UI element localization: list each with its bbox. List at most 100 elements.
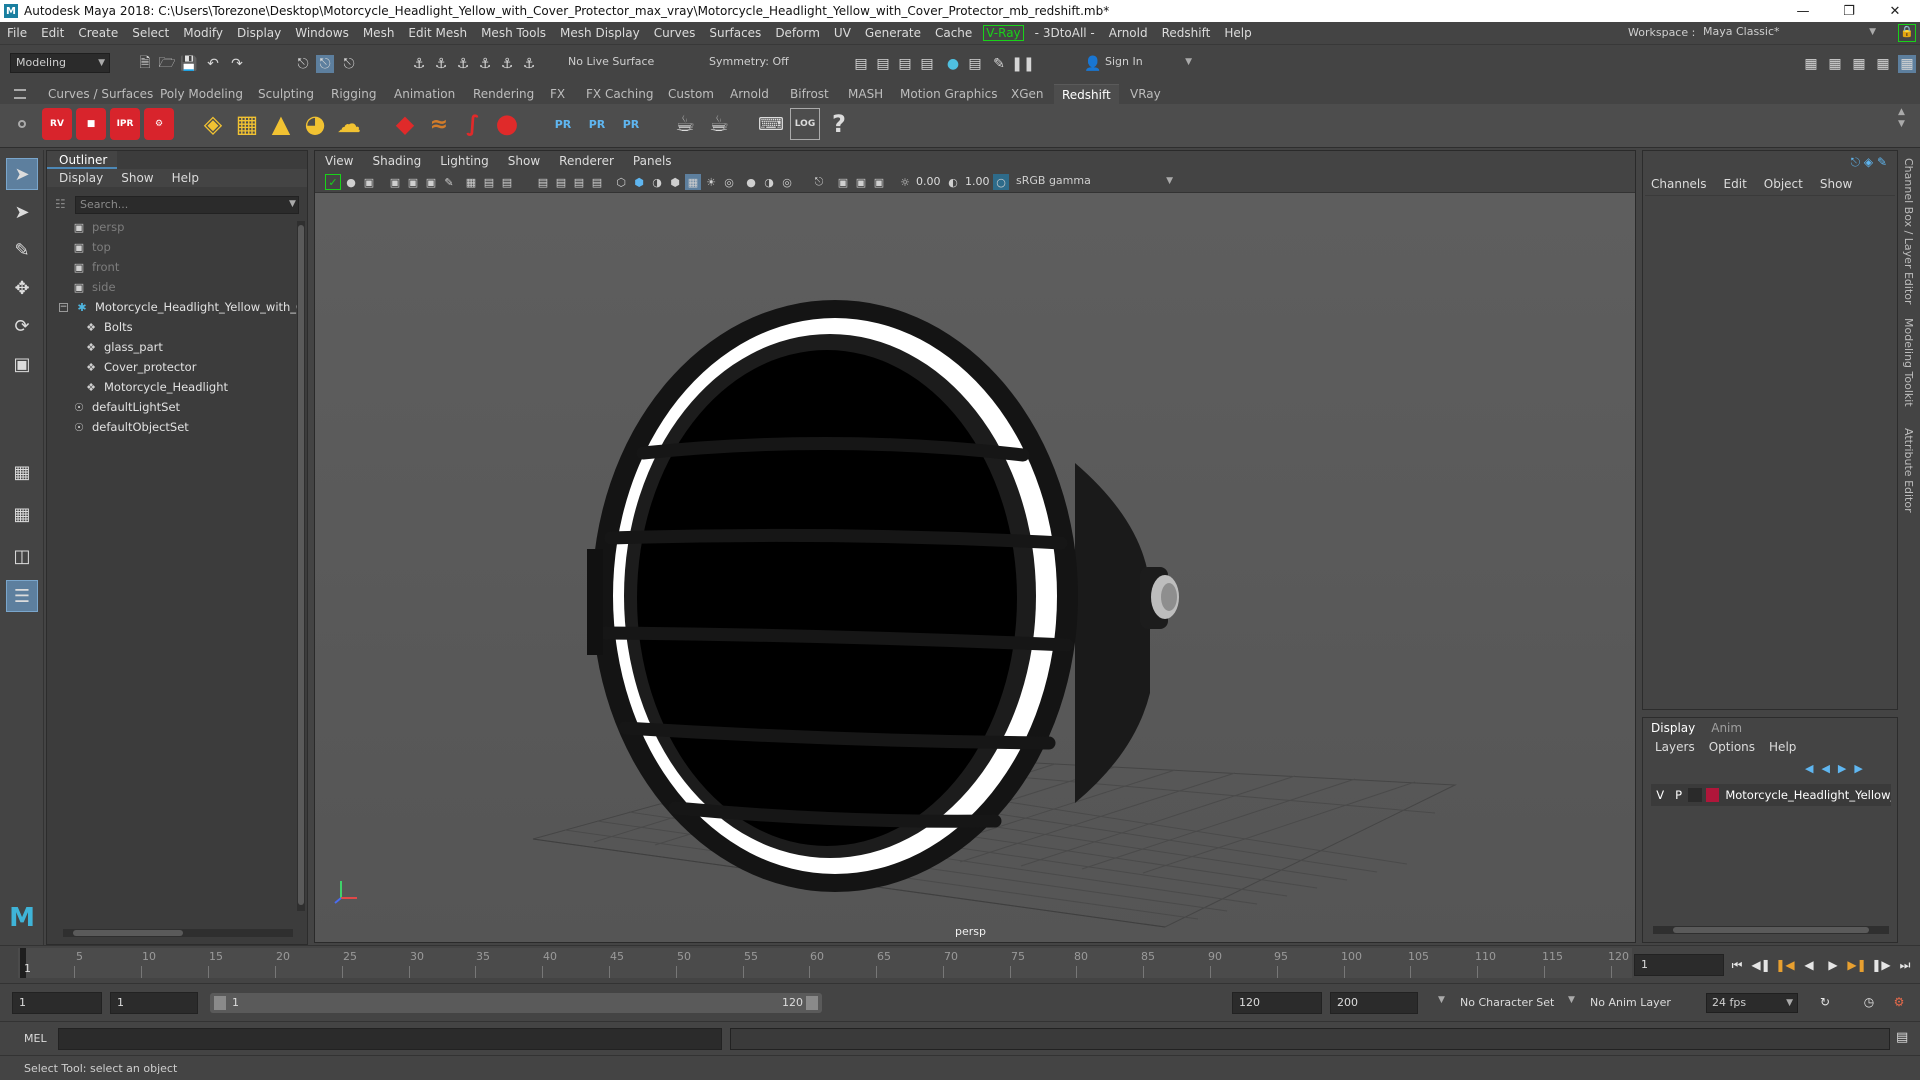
outliner-tab[interactable]: Outliner [47, 151, 117, 169]
toggle-tool-settings-icon[interactable]: ▦ [1826, 55, 1844, 73]
shelf-tab-motion-graphics[interactable]: Motion Graphics [892, 84, 1006, 104]
step-back-icon[interactable]: ◀❚ [1751, 956, 1770, 974]
outliner-item[interactable]: ☉ defaultLightSet [71, 397, 321, 417]
shelf-tab-custom[interactable]: Custom [660, 84, 722, 104]
channel-menu-channels[interactable]: Channels [1651, 177, 1707, 191]
menu-3dtoall[interactable]: - 3DtoAll - [1028, 26, 1102, 40]
exposure-icon[interactable]: ☼ [897, 174, 913, 190]
chevron-down-icon[interactable]: ▼ [289, 199, 296, 209]
menu-windows[interactable]: Windows [288, 26, 356, 40]
paint-select-tool-icon[interactable]: ✎ [6, 234, 38, 266]
toggle-channel-box-icon[interactable]: ▦ [1874, 55, 1892, 73]
use-all-lights-icon[interactable]: ▦ [685, 174, 701, 190]
outliner-item[interactable]: ❖ Bolts [83, 317, 333, 337]
outliner-search-input[interactable]: Search... [75, 196, 299, 214]
shelf-tab-redshift[interactable]: Redshift [1054, 84, 1119, 104]
menu-set-dropdown[interactable]: Modeling ▼ [10, 53, 110, 73]
shelf-tab-mash[interactable]: MASH [840, 84, 891, 104]
shelf-tab-rigging[interactable]: Rigging [323, 84, 384, 104]
viewport-menu-shading[interactable]: Shading [372, 154, 421, 168]
outliner-menu-help[interactable]: Help [172, 171, 199, 185]
menu-deform[interactable]: Deform [768, 26, 827, 40]
range-slider[interactable]: 1 120 [210, 993, 822, 1013]
channel-menu-edit[interactable]: Edit [1724, 177, 1747, 191]
go-to-start-icon[interactable]: ⏮ [1728, 956, 1746, 974]
isolate-select-icon[interactable]: ⎋ [811, 174, 827, 190]
animation-preferences-icon[interactable]: ⚙ [1890, 993, 1908, 1011]
depth-of-field-icon[interactable]: ◎ [779, 174, 795, 190]
wireframe-on-shaded-icon[interactable]: ◑ [649, 174, 665, 190]
shadows-icon[interactable]: ☀ [703, 174, 719, 190]
layer-visibility-toggle[interactable]: V [1651, 788, 1669, 802]
layer-name[interactable]: Motorcycle_Headlight_Yellow_w [1725, 788, 1891, 802]
fps-dropdown[interactable]: 24 fps ▼ [1706, 993, 1798, 1013]
toggle-layer-editor-icon[interactable]: ▦ [1898, 55, 1916, 73]
step-back-key-icon[interactable]: ❚◀ [1775, 956, 1794, 974]
rs-proxy-icon[interactable]: ◆ [390, 108, 420, 140]
screen-space-ao-icon[interactable]: ◎ [721, 174, 737, 190]
playback-end-field[interactable]: 120 [1232, 992, 1322, 1014]
menu-surfaces[interactable]: Surfaces [702, 26, 768, 40]
xray-active-icon[interactable]: ▣ [853, 174, 869, 190]
lock-icon[interactable]: 🔒 [1898, 24, 1916, 42]
shelf-tab-poly-modeling[interactable]: Poly Modeling [152, 84, 251, 104]
lock-camera-icon[interactable]: ● [343, 174, 359, 190]
light-editor-icon[interactable]: ✎ [990, 55, 1008, 73]
viewport-menu-show[interactable]: Show [508, 154, 540, 168]
render-settings-icon[interactable]: ▤ [918, 55, 936, 73]
layer-menu-options[interactable]: Options [1709, 740, 1755, 754]
tab-display[interactable]: Display [1643, 721, 1703, 735]
shelf-tab-sculpting[interactable]: Sculpting [250, 84, 322, 104]
rs-portal-light-icon[interactable]: ▦ [232, 108, 262, 140]
character-set-dropdown[interactable]: No Character Set [1460, 996, 1554, 1009]
image-plane-icon[interactable]: ▣ [405, 174, 421, 190]
open-scene-icon[interactable]: 🗁 [158, 55, 176, 73]
live-surface-field[interactable]: No Live Surface [563, 53, 663, 73]
scrollbar-thumb[interactable] [1673, 927, 1869, 933]
select-component-icon[interactable]: ⎋ [340, 55, 358, 73]
script-editor-icon[interactable]: ⌨ [756, 108, 786, 140]
rs-area-light-icon[interactable]: ◈ [198, 108, 228, 140]
layer-playback-toggle[interactable]: P [1669, 788, 1687, 802]
filter-icon[interactable]: ☷ [55, 197, 69, 211]
shelf-settings-icon[interactable] [18, 120, 26, 128]
ipr-render-icon[interactable]: ▤ [896, 55, 914, 73]
pr-export-icon[interactable]: PR [548, 108, 578, 140]
move-tool-icon[interactable]: ✥ [6, 272, 38, 304]
film-gate-icon[interactable]: ▤ [481, 174, 497, 190]
side-tab-channel-box[interactable]: Channel Box / Layer Editor [1902, 158, 1915, 305]
xray-icon[interactable]: ▣ [835, 174, 851, 190]
snap-point-icon[interactable]: ⚓ [454, 55, 472, 73]
shelf-tab-curves-surfaces[interactable]: Curves / Surfaces [40, 84, 161, 104]
mel-label[interactable]: MEL [24, 1032, 47, 1045]
outliner-item[interactable]: ▣ persp [71, 217, 321, 237]
rs-material-ball-icon[interactable]: ● [492, 108, 522, 140]
scale-tool-icon[interactable]: ▣ [6, 348, 38, 380]
menu-edit-mesh[interactable]: Edit Mesh [401, 26, 474, 40]
redshift-render-icon[interactable]: ■ [76, 108, 106, 140]
step-forward-icon[interactable]: ❚▶ [1871, 956, 1890, 974]
outliner-item[interactable]: ❖ Motorcycle_Headlight [83, 377, 333, 397]
log-icon[interactable]: LOG [790, 108, 820, 140]
step-forward-key-icon[interactable]: ▶❚ [1847, 956, 1866, 974]
layer-editor-scrollbar[interactable] [1653, 926, 1889, 934]
bookmarks-icon[interactable]: ▣ [387, 174, 403, 190]
color-management-icon[interactable]: ○ [993, 174, 1009, 190]
outliner-item[interactable]: ❖ Cover_protector [83, 357, 333, 377]
shelf-tab-rendering[interactable]: Rendering [465, 84, 542, 104]
channel-box-icons[interactable]: ⎋ ◈ ✎ [1851, 155, 1887, 170]
play-backwards-icon[interactable]: ◀ [1800, 956, 1818, 974]
shelf-tab-fx[interactable]: FX [542, 84, 573, 104]
smooth-shade-icon[interactable]: ⬢ [631, 174, 647, 190]
viewport-canvas[interactable] [315, 193, 1635, 942]
scrollbar-thumb[interactable] [298, 225, 304, 905]
outliner-item[interactable]: ☉ defaultObjectSet [71, 417, 321, 437]
viewport-menu-renderer[interactable]: Renderer [559, 154, 614, 168]
viewport-menu-lighting[interactable]: Lighting [440, 154, 489, 168]
snap-grid-icon[interactable]: ⚓ [410, 55, 428, 73]
shelf-scroll-arrows[interactable]: ▲ ▼ [1898, 106, 1912, 130]
resolution-gate-icon[interactable]: ▤ [499, 174, 515, 190]
snap-view-icon[interactable]: ⚓ [476, 55, 494, 73]
layer-color-swatch[interactable] [1706, 788, 1720, 802]
anim-layer-dropdown[interactable]: No Anim Layer [1590, 996, 1671, 1009]
